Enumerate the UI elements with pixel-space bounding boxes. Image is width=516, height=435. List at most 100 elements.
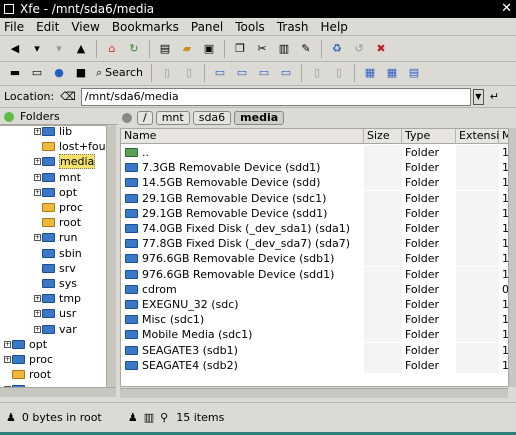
column-name[interactable]: Name <box>121 129 364 144</box>
copy-icon[interactable]: ❐ <box>231 40 249 58</box>
panel-layout-1-icon[interactable]: ▭ <box>211 64 229 82</box>
tree-panel-icon[interactable]: ▯ <box>180 64 198 82</box>
expand-icon[interactable]: + <box>4 356 11 363</box>
mount-icon[interactable]: ● <box>50 64 68 82</box>
table-row[interactable]: 29.1GB Removable Device (sdd1)Folder11, <box>121 205 509 221</box>
breadcrumb-media[interactable]: media <box>234 111 285 125</box>
menu-tools[interactable]: Tools <box>235 20 265 34</box>
table-row[interactable]: Mobile Media (sdc1)Folder12, <box>121 327 509 343</box>
table-row[interactable]: 976.6GB Removable Device (sdd1)Folder12, <box>121 266 509 282</box>
tree-item[interactable]: proc <box>34 200 83 215</box>
expand-icon[interactable]: + <box>4 340 11 348</box>
panel-layout-2-icon[interactable]: ▭ <box>233 64 251 82</box>
new-file-icon[interactable]: ▤ <box>156 40 174 58</box>
new-folder-icon[interactable]: ▰ <box>178 40 196 58</box>
chevron-down-icon[interactable]: ▼ <box>472 88 484 105</box>
menu-trash[interactable]: Trash <box>277 20 309 34</box>
paste-icon[interactable]: ▥ <box>275 40 293 58</box>
window-menu-icon[interactable] <box>4 4 14 14</box>
table-row[interactable]: 976.6GB Removable Device (sdb1)Folder12, <box>121 251 509 267</box>
split-vertical-icon[interactable]: ▯ <box>308 64 326 82</box>
forward-dropdown-icon[interactable]: ▾ <box>50 40 68 58</box>
menu-file[interactable]: File <box>4 20 24 34</box>
unmount-icon[interactable]: ■ <box>72 64 90 82</box>
tree-item[interactable]: + var <box>34 322 77 337</box>
refresh-icon[interactable]: ↻ <box>125 40 143 58</box>
expand-icon[interactable] <box>4 371 11 378</box>
expand-icon[interactable] <box>34 280 41 287</box>
expand-icon[interactable]: + <box>34 295 41 303</box>
table-row[interactable]: SEAGATE3 (sdb1)Folder12, <box>121 342 509 358</box>
tree-item[interactable]: + opt <box>4 337 47 352</box>
expand-icon[interactable] <box>34 143 41 150</box>
expand-icon[interactable]: + <box>34 173 41 181</box>
tree-item[interactable]: + tmp <box>34 291 81 306</box>
expand-icon[interactable] <box>34 219 41 226</box>
column-type[interactable]: Type <box>402 129 456 144</box>
breadcrumb-mnt[interactable]: mnt <box>155 111 190 125</box>
tree-item[interactable]: + run <box>34 230 77 245</box>
table-row[interactable]: EXEGNU_32 (sdc)Folder12, <box>121 297 509 312</box>
table-row[interactable]: ..Folder10, <box>121 145 509 160</box>
tree-item[interactable]: sbin <box>34 246 82 261</box>
one-panel-icon[interactable]: ▯ <box>158 64 176 82</box>
tree-vertical-scrollbar[interactable] <box>106 125 116 387</box>
table-row[interactable]: SEAGATE4 (sdb2)Folder12, <box>121 357 509 373</box>
table-row[interactable]: 74.0GB Fixed Disk (_dev_sda1) (sda1) Fold… <box>121 221 509 236</box>
file-list-horizontal-scrollbar[interactable] <box>120 388 508 398</box>
table-row[interactable]: Misc (sdc1)Folder11, <box>121 312 509 328</box>
tree-item[interactable]: + mnt <box>34 170 81 185</box>
breadcrumb-sda6[interactable]: sda6 <box>192 111 232 125</box>
column-extension[interactable]: Extensi <box>456 129 499 144</box>
column-size[interactable]: Size <box>364 129 402 144</box>
menu-panel[interactable]: Panel <box>191 20 223 34</box>
expand-icon[interactable]: + <box>34 188 41 196</box>
properties-icon[interactable]: ▣ <box>200 40 218 58</box>
tree-item[interactable]: + usr <box>34 306 76 321</box>
up-icon[interactable]: ▲ <box>72 40 90 58</box>
file-list-vertical-scrollbar[interactable] <box>508 128 516 387</box>
menu-view[interactable]: View <box>71 20 99 34</box>
menu-bookmarks[interactable]: Bookmarks <box>112 20 179 34</box>
disk-icon[interactable]: ▭ <box>28 64 46 82</box>
tree-horizontal-scrollbar[interactable] <box>0 387 116 397</box>
big-icons-icon[interactable]: ▦ <box>361 64 379 82</box>
restore-icon[interactable]: ↺ <box>350 40 368 58</box>
panel-layout-3-icon[interactable]: ▭ <box>255 64 273 82</box>
small-icons-icon[interactable]: ▦ <box>383 64 401 82</box>
expand-icon[interactable] <box>34 250 41 257</box>
delete-icon[interactable]: ✖ <box>372 40 390 58</box>
table-row[interactable]: 77.8GB Fixed Disk (_dev_sda7) (sda7) Fold… <box>121 236 509 252</box>
close-icon[interactable]: ✕ <box>501 1 512 16</box>
tree-item[interactable]: root <box>34 215 81 230</box>
back-dropdown-icon[interactable]: ▾ <box>28 40 46 58</box>
search-button[interactable]: ⌕ Search <box>96 66 143 80</box>
expand-icon[interactable]: + <box>34 158 41 166</box>
location-input[interactable] <box>80 87 471 106</box>
menu-edit[interactable]: Edit <box>36 20 59 34</box>
expand-icon[interactable]: + <box>34 325 41 333</box>
clear-location-icon[interactable]: ⌫ <box>60 90 76 103</box>
tree-item[interactable]: sys <box>34 276 77 291</box>
breadcrumb-root[interactable]: / <box>137 111 153 125</box>
rename-icon[interactable]: ✎ <box>297 40 315 58</box>
go-icon[interactable]: ↵ <box>490 90 499 103</box>
home-icon[interactable]: ⌂ <box>103 40 121 58</box>
expand-icon[interactable]: + <box>34 310 41 318</box>
trash-icon[interactable]: ♻ <box>328 40 346 58</box>
panel-layout-4-icon[interactable]: ▭ <box>277 64 295 82</box>
tree-item[interactable]: lost+found <box>34 139 106 154</box>
expand-icon[interactable]: + <box>34 128 41 135</box>
tree-item[interactable]: srv <box>34 261 76 276</box>
table-row[interactable]: cdromFolder08, <box>121 281 509 297</box>
tree-item[interactable]: root <box>4 367 51 382</box>
menu-help[interactable]: Help <box>321 20 348 34</box>
tree-item[interactable]: + proc <box>4 352 53 367</box>
folder-tree[interactable]: + lib lost+found + media + mnt + opt proc root + run… <box>0 125 106 397</box>
terminal-icon[interactable]: ▬ <box>6 64 24 82</box>
detailed-view-icon[interactable]: ▤ <box>405 64 423 82</box>
expand-icon[interactable] <box>34 265 41 272</box>
table-row[interactable]: 14.5GB Removable Device (sdd)Folder12, <box>121 175 509 191</box>
tree-item[interactable]: + media <box>34 154 96 170</box>
table-row[interactable]: 7.3GB Removable Device (sdd1)Folder12, <box>121 160 509 176</box>
